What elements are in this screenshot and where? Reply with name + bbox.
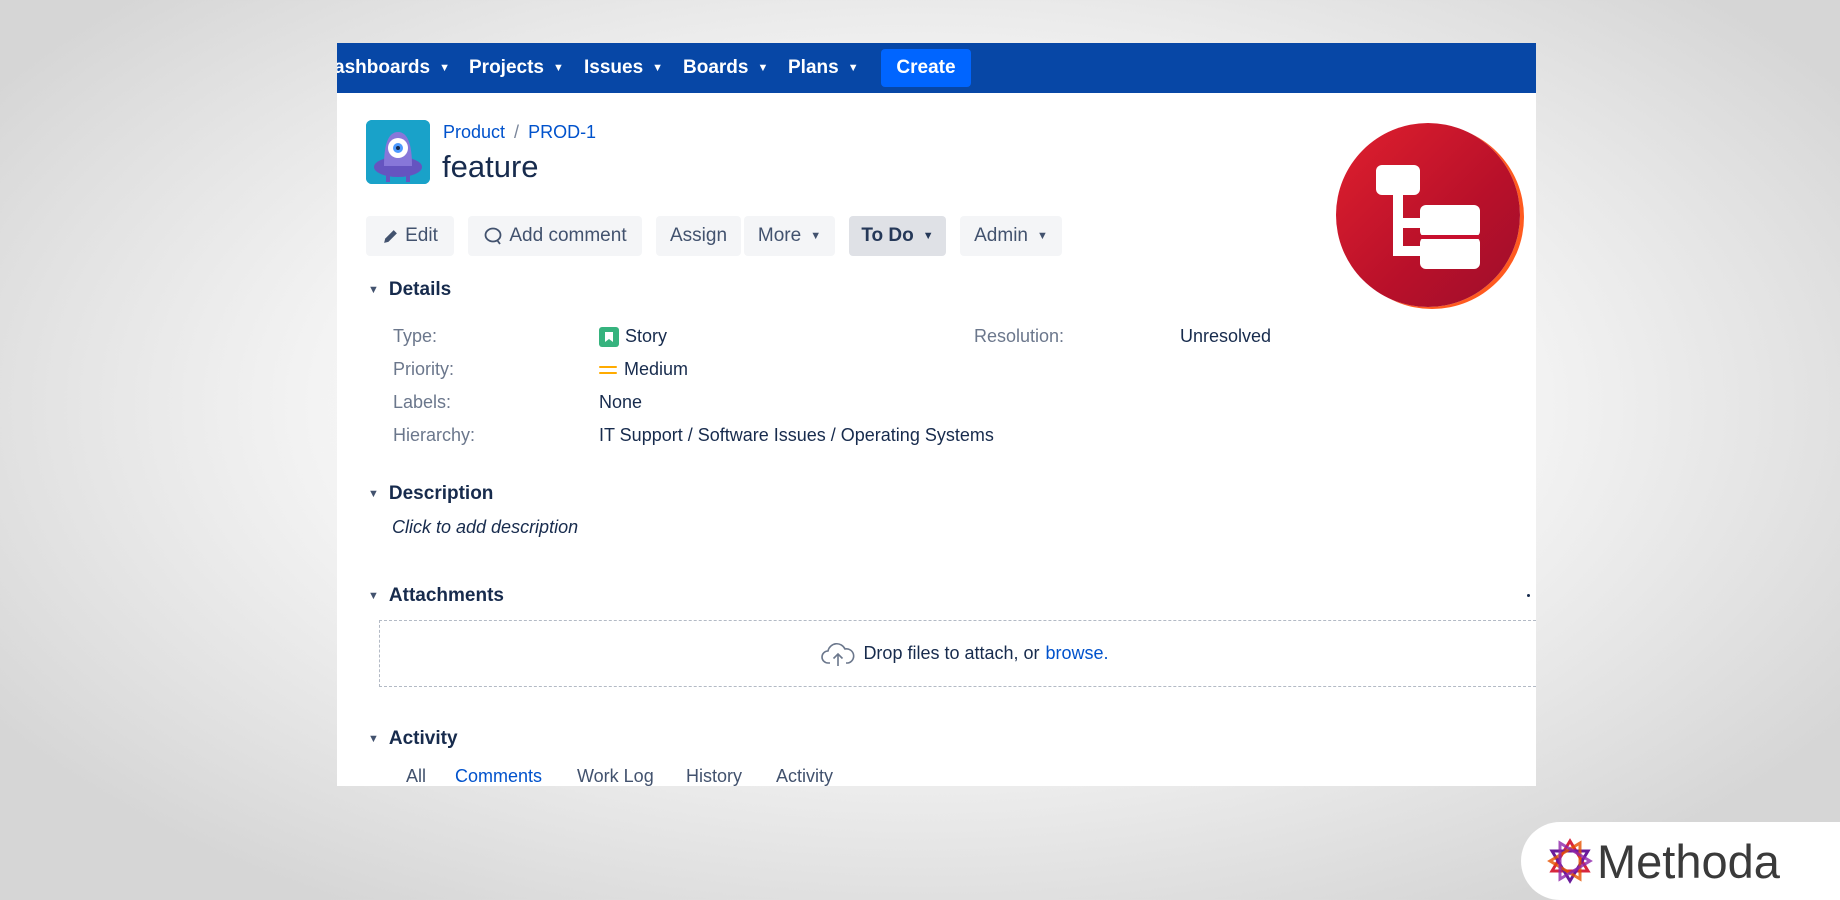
priority-label: Priority:: [393, 359, 455, 379]
chevron-down-icon: ▼: [368, 733, 379, 745]
breadcrumb-separator: /: [514, 122, 520, 142]
resolution-value: Unresolved: [1180, 326, 1272, 346]
tab-work-log[interactable]: Work Log: [577, 766, 654, 786]
description-section-toggle[interactable]: ▼ Description: [368, 483, 493, 505]
edit-button[interactable]: Edit: [366, 216, 454, 256]
details-section-toggle[interactable]: ▼ Details: [368, 279, 451, 301]
issue-title[interactable]: feature: [442, 149, 539, 185]
type-label: Type:: [393, 326, 438, 346]
comment-icon: [484, 227, 502, 245]
nav-boards[interactable]: Boards ▼: [683, 43, 768, 93]
tab-activity[interactable]: Activity: [776, 766, 833, 786]
pencil-icon: [384, 229, 397, 243]
attachment-dropzone[interactable]: Drop files to attach, or browse.: [379, 620, 1536, 687]
chevron-down-icon: ▼: [368, 488, 379, 500]
hierarchy-logo-icon: [1336, 123, 1520, 307]
more-button[interactable]: More ▼: [744, 216, 835, 256]
description-placeholder[interactable]: Click to add description: [392, 517, 578, 538]
chevron-down-icon: ▼: [847, 62, 859, 74]
browse-link[interactable]: browse.: [1046, 643, 1109, 664]
labels-value[interactable]: None: [599, 392, 642, 413]
add-comment-button[interactable]: Add comment: [468, 216, 642, 256]
project-avatar-icon[interactable]: [366, 120, 430, 184]
priority-medium-icon: [599, 365, 617, 374]
tab-all[interactable]: All: [406, 766, 426, 786]
assign-button[interactable]: Assign: [656, 216, 741, 256]
tab-comments[interactable]: Comments: [455, 766, 542, 786]
admin-button[interactable]: Admin ▼: [960, 216, 1062, 256]
priority-value[interactable]: Medium: [599, 359, 688, 380]
tab-history[interactable]: History: [686, 766, 742, 786]
chevron-down-icon: ▼: [552, 62, 564, 74]
attachments-options-icon[interactable]: [1527, 594, 1530, 597]
breadcrumb-project-link[interactable]: Product: [443, 122, 505, 142]
hierarchy-label: Hierarchy:: [393, 425, 476, 445]
create-button[interactable]: Create: [881, 49, 971, 87]
methoda-brand-badge: Methoda: [1521, 822, 1840, 900]
chevron-down-icon: ▼: [439, 62, 450, 74]
chevron-down-icon: ▼: [652, 62, 664, 74]
breadcrumb-issue-key-link[interactable]: PROD-1: [528, 122, 596, 142]
hierarchy-value[interactable]: IT Support / Software Issues / Operating…: [599, 425, 994, 446]
chevron-down-icon: ▼: [1036, 230, 1048, 242]
type-value[interactable]: Story: [599, 326, 667, 347]
labels-label: Labels:: [393, 392, 452, 412]
nav-dashboards[interactable]: ashboards ▼: [337, 43, 450, 93]
methoda-wordmark: Methoda: [1597, 834, 1780, 888]
status-button[interactable]: To Do ▼: [849, 216, 946, 256]
attachments-section-toggle[interactable]: ▼ Attachments: [368, 585, 504, 607]
resolution-label: Resolution:: [974, 326, 1065, 346]
activity-section-toggle[interactable]: ▼ Activity: [368, 728, 458, 750]
breadcrumb: Product / PROD-1: [443, 122, 596, 143]
chevron-down-icon: ▼: [368, 284, 379, 296]
nav-projects[interactable]: Projects ▼: [469, 43, 564, 93]
story-icon: [599, 326, 619, 347]
nav-issues[interactable]: Issues ▼: [584, 43, 663, 93]
cloud-upload-icon: [821, 642, 855, 666]
top-navigation-bar: ashboards ▼ Projects ▼ Issues ▼ Boards ▼ Pla…: [337, 43, 1536, 93]
chevron-down-icon: ▼: [757, 62, 769, 74]
methoda-logo-icon: [1547, 838, 1593, 884]
nav-plans[interactable]: Plans ▼: [788, 43, 859, 93]
chevron-down-icon: ▼: [922, 230, 934, 242]
chevron-down-icon: ▼: [368, 590, 379, 602]
chevron-down-icon: ▼: [810, 230, 822, 242]
